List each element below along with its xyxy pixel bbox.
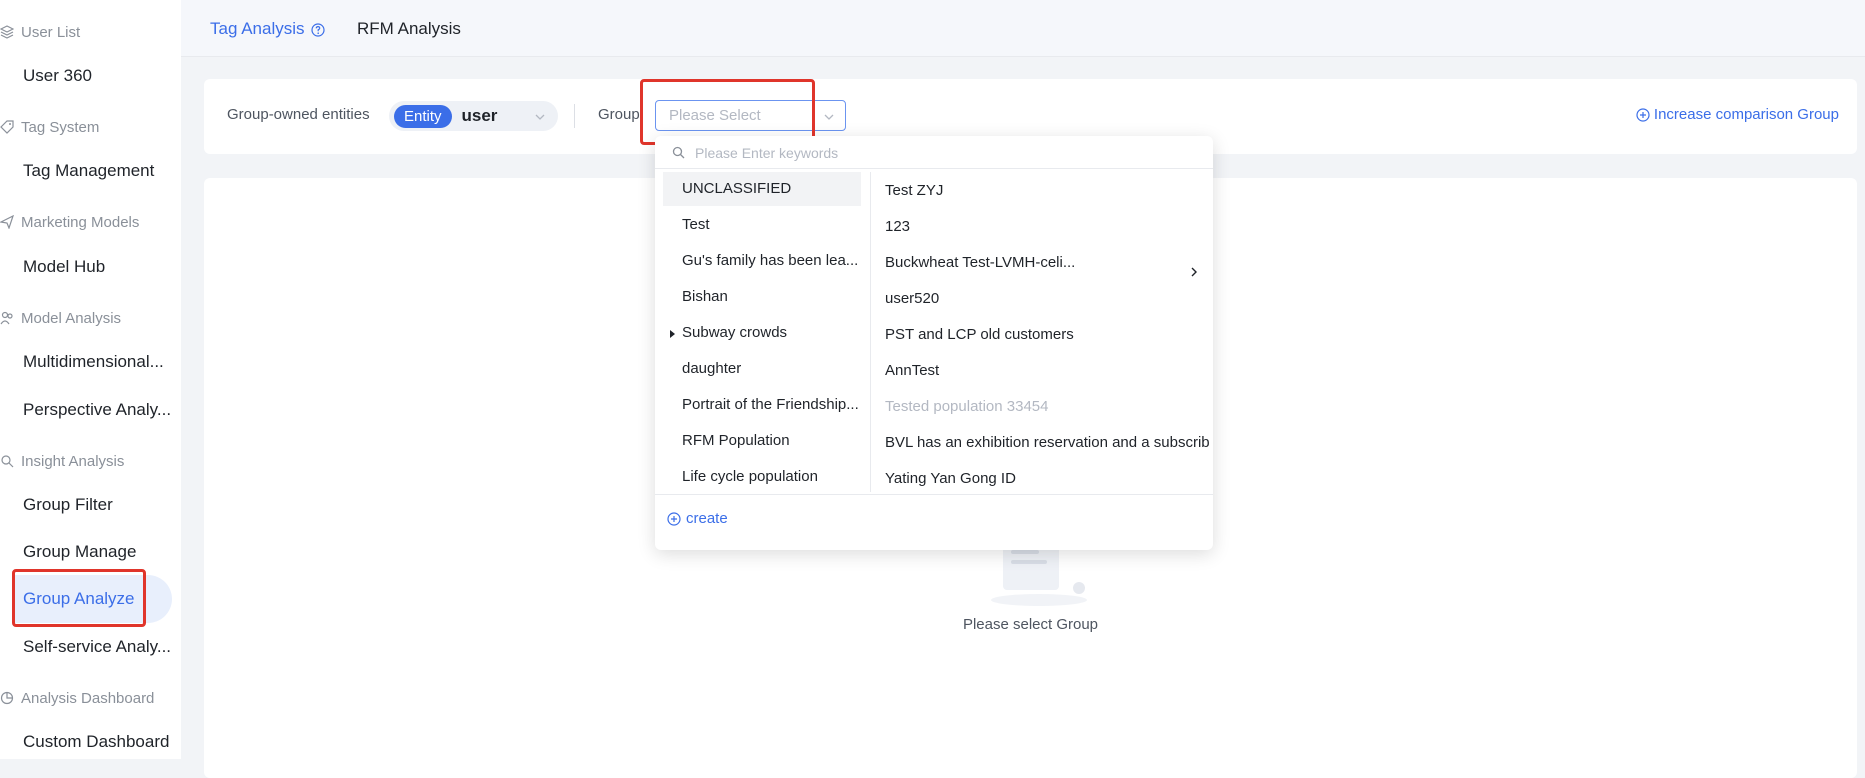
category-item[interactable]: Gu's family has been lea... [663, 244, 861, 278]
category-label: Test [682, 216, 710, 233]
sidebar-section-label: Analysis Dashboard [21, 689, 155, 707]
sidebar-item-multidimensional[interactable]: Multidimensional... [23, 350, 175, 374]
group-label: Group [598, 106, 640, 123]
group-label: Buckwheat Test-LVMH-celi... [885, 254, 1076, 271]
group-label: Yating Yan Gong ID [885, 470, 1016, 487]
tab-rfm-analysis[interactable]: RFM Analysis [357, 19, 461, 39]
category-item[interactable]: Portrait of the Friendship... [663, 388, 861, 422]
layers-icon [0, 25, 14, 39]
divider [574, 104, 575, 128]
category-label: UNCLASSIFIED [682, 180, 792, 197]
sidebar-item-custom-dashboard[interactable]: Custom Dashboard [23, 730, 175, 754]
sidebar-item-user-360[interactable]: User 360 [23, 64, 175, 88]
tag-icon [0, 120, 14, 134]
sidebar-section-label: Insight Analysis [21, 452, 125, 470]
group-item-disabled: Tested population 33454 [885, 390, 1210, 424]
sidebar-item-group-manage[interactable]: Group Manage [23, 540, 175, 564]
category-item[interactable]: Life cycle population [663, 460, 861, 494]
category-label: Life cycle population [682, 468, 818, 485]
group-item[interactable]: Test ZYJ [885, 174, 1210, 208]
entity-tag: Entity [394, 104, 452, 128]
tab-label: RFM Analysis [357, 19, 461, 38]
category-item[interactable]: daughter [663, 352, 861, 386]
help-icon[interactable] [310, 22, 325, 37]
category-label: Subway crowds [682, 324, 788, 341]
plus-circle-icon [667, 511, 681, 526]
create-button[interactable]: create [667, 510, 728, 527]
category-item[interactable]: RFM Population [663, 424, 861, 458]
create-label: create [686, 510, 728, 527]
sidebar-item-self-service-analysis[interactable]: Self-service Analy... [23, 635, 175, 659]
category-label: Portrait of the Friendship... [682, 396, 859, 413]
dropdown-footer: create [655, 494, 1213, 551]
top-tabs: Tag Analysis RFM Analysis [181, 0, 1865, 57]
sidebar-item-group-filter[interactable]: Group Filter [23, 493, 175, 517]
entity-label: Group-owned entities [227, 106, 370, 123]
group-label: AnnTest [885, 362, 940, 379]
group-label: Test ZYJ [885, 182, 944, 199]
sidebar-section-model-analysis: Model Analysis [0, 308, 121, 328]
search-icon [672, 146, 685, 159]
sidebar-section-tag-system: Tag System [0, 117, 99, 137]
sidebar-section-label: User List [21, 23, 81, 41]
group-item[interactable]: user520 [885, 282, 1210, 316]
group-list: Test ZYJ 123 Buckwheat Test-LVMH-celi...… [870, 172, 1214, 492]
sidebar-section-marketing-models: Marketing Models [0, 212, 139, 232]
users-icon [0, 311, 14, 325]
pie-icon [0, 691, 14, 705]
category-item[interactable]: Subway crowds [663, 316, 861, 350]
dropdown-search [655, 136, 1213, 169]
insight-icon [0, 454, 14, 468]
group-item[interactable]: Buckwheat Test-LVMH-celi... [885, 246, 1210, 280]
group-item[interactable]: 123 [885, 210, 1210, 244]
caret-right-icon[interactable] [670, 330, 675, 338]
group-label: PST and LCP old customers [885, 326, 1074, 343]
chevron-right-icon [1188, 257, 1200, 277]
category-label: Bishan [682, 288, 728, 305]
group-label: 123 [885, 218, 911, 235]
category-list: UNCLASSIFIED Test Gu's family has been l… [655, 172, 870, 492]
plus-circle-icon [1636, 107, 1650, 122]
send-icon [0, 215, 14, 229]
entity-value: user [461, 106, 498, 125]
sidebar-item-perspective-analysis[interactable]: Perspective Analy... [23, 398, 175, 422]
category-item[interactable]: Bishan [663, 280, 861, 314]
sidebar-section-insight-analysis: Insight Analysis [0, 451, 124, 471]
annotation-highlight-box [12, 569, 146, 627]
sidebar-section-label: Model Analysis [21, 309, 122, 327]
sidebar: User List User 360 Tag System Tag Manage… [0, 0, 181, 759]
category-label: RFM Population [682, 432, 790, 449]
tab-tag-analysis[interactable]: Tag Analysis [210, 19, 325, 39]
sidebar-item-model-hub[interactable]: Model Hub [23, 255, 175, 279]
sidebar-section-analysis-dashboard: Analysis Dashboard [0, 688, 154, 708]
empty-state-text: Please select Group [962, 616, 1099, 633]
group-label: Tested population 33454 [885, 398, 1049, 415]
sidebar-section-user-list: User List [0, 22, 80, 42]
tab-label: Tag Analysis [210, 19, 305, 38]
group-item[interactable]: Yating Yan Gong ID [885, 462, 1210, 496]
category-item[interactable]: UNCLASSIFIED [663, 172, 861, 206]
group-item[interactable]: PST and LCP old customers [885, 318, 1210, 352]
add-comparison-group-button[interactable]: Increase comparison Group [1636, 106, 1839, 123]
group-item[interactable]: BVL has an exhibition reservation and a … [885, 426, 1210, 460]
group-item[interactable]: AnnTest [885, 354, 1210, 388]
group-dropdown: UNCLASSIFIED Test Gu's family has been l… [655, 136, 1213, 550]
sidebar-item-tag-management[interactable]: Tag Management [23, 159, 175, 183]
add-comparison-label: Increase comparison Group [1653, 106, 1839, 123]
chevron-down-icon [823, 110, 835, 122]
entity-selector[interactable]: Entity user [389, 101, 558, 131]
group-label: user520 [885, 290, 940, 307]
category-item[interactable]: Test [663, 208, 861, 242]
chevron-down-icon [534, 110, 546, 122]
category-label: daughter [682, 360, 742, 377]
dropdown-search-input[interactable] [693, 141, 1177, 165]
group-label: BVL has an exhibition reservation and a … [885, 434, 1210, 451]
category-label: Gu's family has been lea... [682, 252, 859, 269]
sidebar-section-label: Tag System [21, 118, 100, 136]
sidebar-section-label: Marketing Models [21, 213, 140, 231]
